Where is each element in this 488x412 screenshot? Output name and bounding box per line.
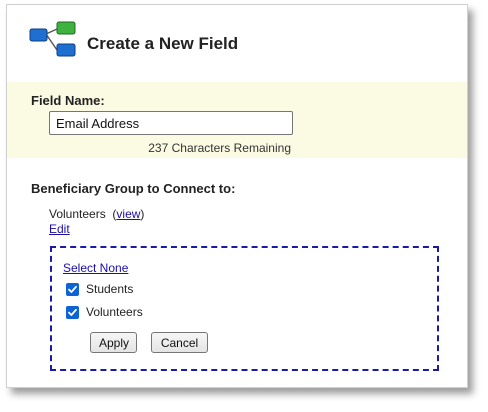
- apply-button[interactable]: Apply: [90, 332, 137, 353]
- current-group-row: Volunteers (view): [49, 207, 144, 221]
- current-group-value: Volunteers: [49, 207, 106, 221]
- option-students[interactable]: Students: [66, 282, 133, 296]
- beneficiary-group-label: Beneficiary Group to Connect to:: [31, 181, 236, 196]
- students-checkbox[interactable]: [66, 282, 79, 296]
- select-none-link[interactable]: Select None: [63, 261, 128, 275]
- students-label: Students: [86, 282, 134, 296]
- checkmark-icon: [68, 285, 77, 293]
- hierarchy-icon: [29, 21, 76, 57]
- volunteers-label: Volunteers: [86, 305, 143, 319]
- volunteers-checkbox[interactable]: [66, 305, 79, 319]
- edit-link[interactable]: Edit: [49, 222, 70, 236]
- option-volunteers[interactable]: Volunteers: [66, 305, 143, 319]
- checkmark-icon: [68, 308, 77, 316]
- create-field-dialog: Create a New Field Field Name: 237 Chara…: [6, 4, 468, 388]
- group-selection-panel: Select None Students Volunteers Apply Ca…: [50, 246, 439, 371]
- cancel-button[interactable]: Cancel: [151, 332, 208, 353]
- dialog-header: Create a New Field: [7, 5, 467, 79]
- field-name-input[interactable]: [49, 111, 293, 135]
- page-title: Create a New Field: [87, 34, 239, 53]
- field-name-label: Field Name:: [31, 93, 105, 108]
- field-name-section: Field Name: 237 Characters Remaining: [7, 82, 467, 158]
- chars-remaining-text: 237 Characters Remaining: [148, 141, 291, 155]
- view-paren-close: ): [140, 207, 145, 221]
- view-link[interactable]: view: [116, 207, 140, 221]
